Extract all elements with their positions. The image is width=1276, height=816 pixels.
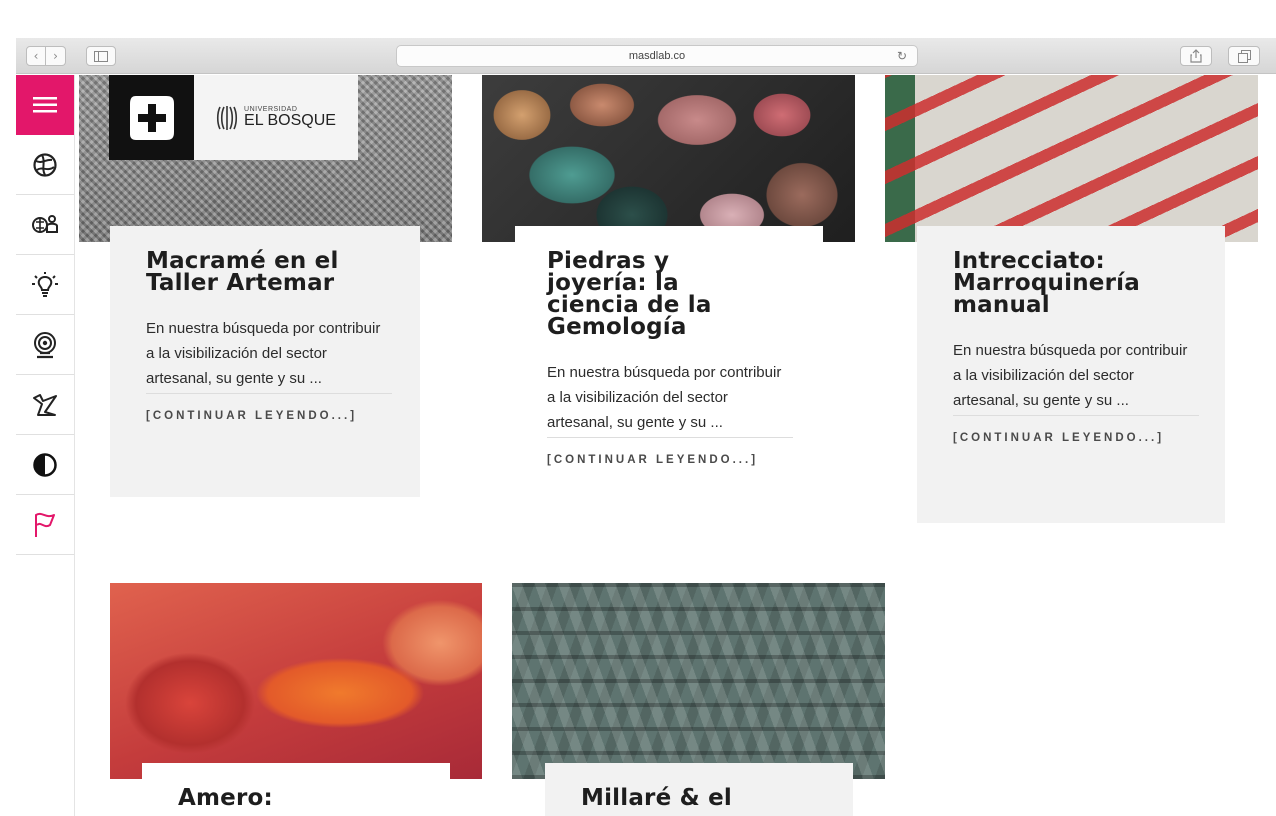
article-card-millare: Millaré & el <box>545 763 853 816</box>
article-image-intrecciato[interactable] <box>885 75 1258 242</box>
article-excerpt: En nuestra búsqueda por contribuir a la … <box>547 360 793 438</box>
chevron-right-icon: › <box>53 49 58 63</box>
tabs-overview-button[interactable] <box>1228 46 1260 66</box>
article-card-amero: Amero: <box>142 763 450 816</box>
university-crest-icon <box>216 105 238 130</box>
university-wordmark: UNIVERSIDAD EL BOSQUE <box>244 106 336 129</box>
broadcast-icon <box>34 331 56 358</box>
nav-item-broadcast[interactable] <box>16 315 74 375</box>
article-title[interactable]: Macramé en el Taller Artemar <box>146 250 376 295</box>
article-title[interactable]: Intrecciato: Marroquinería manual <box>953 250 1173 317</box>
browser-toolbar: ‹ › masdlab.co ↻ <box>16 38 1276 74</box>
reload-icon[interactable]: ↻ <box>897 49 907 63</box>
plus-badge-icon <box>129 95 174 140</box>
nav-item-flag[interactable] <box>16 495 74 555</box>
plus-logo <box>109 75 194 160</box>
university-logo: UNIVERSIDAD EL BOSQUE <box>194 75 358 160</box>
article-excerpt: En nuestra búsqueda por contribuir a la … <box>953 338 1199 416</box>
chevron-left-icon: ‹ <box>33 49 39 63</box>
article-image-macrame[interactable]: UNIVERSIDAD EL BOSQUE <box>79 75 452 242</box>
article-title[interactable]: Amero: <box>178 787 420 810</box>
article-image-gemstones[interactable] <box>482 75 855 242</box>
globe-icon <box>33 152 57 177</box>
address-bar[interactable]: masdlab.co ↻ <box>396 45 918 67</box>
nav-item-ideas[interactable] <box>16 255 74 315</box>
tabs-icon <box>1237 49 1251 63</box>
article-image-millare[interactable] <box>512 583 885 779</box>
continue-reading-link[interactable]: [CONTINUAR LEYENDO...] <box>953 432 1195 444</box>
continue-reading-link[interactable]: [CONTINUAR LEYENDO...] <box>146 410 390 422</box>
sidebar-toggle-button[interactable] <box>86 46 116 66</box>
menu-icon <box>33 97 57 113</box>
article-card-intrecciato: Intrecciato: Marroquinería manual En nue… <box>917 226 1225 523</box>
share-button[interactable] <box>1180 46 1212 66</box>
article-image-amero[interactable] <box>110 583 482 779</box>
share-icon <box>1190 49 1202 63</box>
back-button[interactable]: ‹ <box>26 46 46 66</box>
article-card-macrame: Macramé en el Taller Artemar En nuestra … <box>110 226 420 497</box>
article-title[interactable]: Piedras y joyería: la ciencia de la Gemo… <box>547 250 737 339</box>
origami-bird-icon <box>33 393 57 416</box>
article-excerpt: En nuestra búsqueda por contribuir a la … <box>146 316 392 394</box>
url-text: masdlab.co <box>628 50 686 62</box>
continue-reading-link[interactable]: [CONTINUAR LEYENDO...] <box>547 454 793 466</box>
contrast-icon <box>33 452 57 477</box>
menu-button[interactable] <box>16 75 74 135</box>
article-card-gemology: Piedras y joyería: la ciencia de la Gemo… <box>515 226 823 466</box>
nav-item-origami[interactable] <box>16 375 74 435</box>
article-title[interactable]: Millaré & el <box>581 787 823 810</box>
sidebar-icon <box>94 50 108 62</box>
side-navigation <box>16 75 75 816</box>
university-name-text: EL BOSQUE <box>244 112 336 129</box>
flag-icon <box>35 512 55 537</box>
nav-item-people[interactable] <box>16 195 74 255</box>
articles-grid: UNIVERSIDAD EL BOSQUE Macramé en el Tall… <box>76 75 1276 816</box>
nav-item-globe[interactable] <box>16 135 74 195</box>
nav-item-contrast[interactable] <box>16 435 74 495</box>
people-icon <box>32 214 58 233</box>
forward-button[interactable]: › <box>46 46 66 66</box>
lightbulb-icon <box>32 271 58 297</box>
